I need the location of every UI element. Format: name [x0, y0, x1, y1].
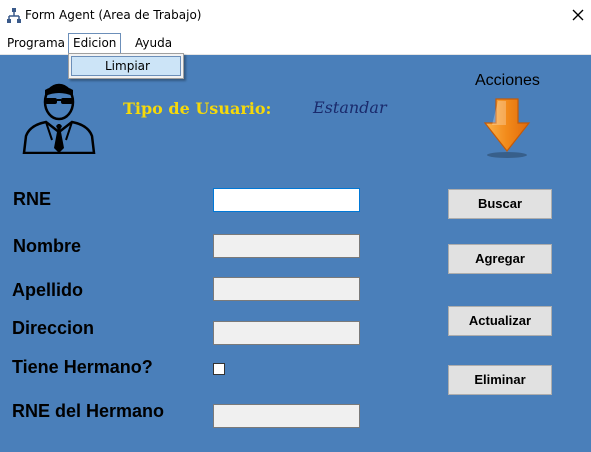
user-type-label: Tipo de Usuario: [123, 99, 272, 118]
rne-input[interactable] [213, 188, 360, 212]
eliminar-button[interactable]: Eliminar [448, 365, 552, 395]
nombre-input[interactable] [213, 234, 360, 258]
rne-hermano-label: RNE del Hermano [12, 401, 165, 421]
user-type-value: Estandar [313, 98, 387, 117]
menu-item-limpiar[interactable]: Limpiar [71, 56, 181, 76]
menu-bar: Programa Edicion Ayuda [0, 32, 591, 55]
apellido-label: Apellido [12, 280, 83, 300]
menu-edicion[interactable]: Edicion [68, 33, 122, 54]
edicion-dropdown: Limpiar [68, 53, 184, 79]
menu-programa[interactable]: Programa [3, 35, 69, 52]
rne-label: RNE [13, 189, 52, 209]
app-tree-icon [7, 8, 21, 23]
menu-ayuda[interactable]: Ayuda [131, 35, 176, 52]
close-icon[interactable] [569, 6, 587, 24]
tiene-hermano-checkbox[interactable] [213, 363, 225, 375]
actualizar-button[interactable]: Actualizar [448, 306, 552, 336]
nombre-label: Nombre [13, 236, 82, 256]
direccion-input[interactable] [213, 321, 360, 345]
menu-item-limpiar-label: Limpiar [105, 59, 150, 73]
buscar-button[interactable]: Buscar [448, 189, 552, 219]
title-bar: Form Agent (Area de Trabajo) [0, 0, 591, 32]
rne-hermano-input[interactable] [213, 404, 360, 428]
direccion-label: Direccion [12, 318, 95, 338]
apellido-input[interactable] [213, 277, 360, 301]
orange-down-arrow-icon [483, 98, 531, 158]
window-title: Form Agent (Area de Trabajo) [25, 8, 202, 22]
tiene-hermano-label: Tiene Hermano? [12, 357, 153, 377]
actions-title: Acciones [475, 72, 540, 89]
secret-agent-icon [22, 83, 96, 154]
agregar-button[interactable]: Agregar [448, 244, 552, 274]
